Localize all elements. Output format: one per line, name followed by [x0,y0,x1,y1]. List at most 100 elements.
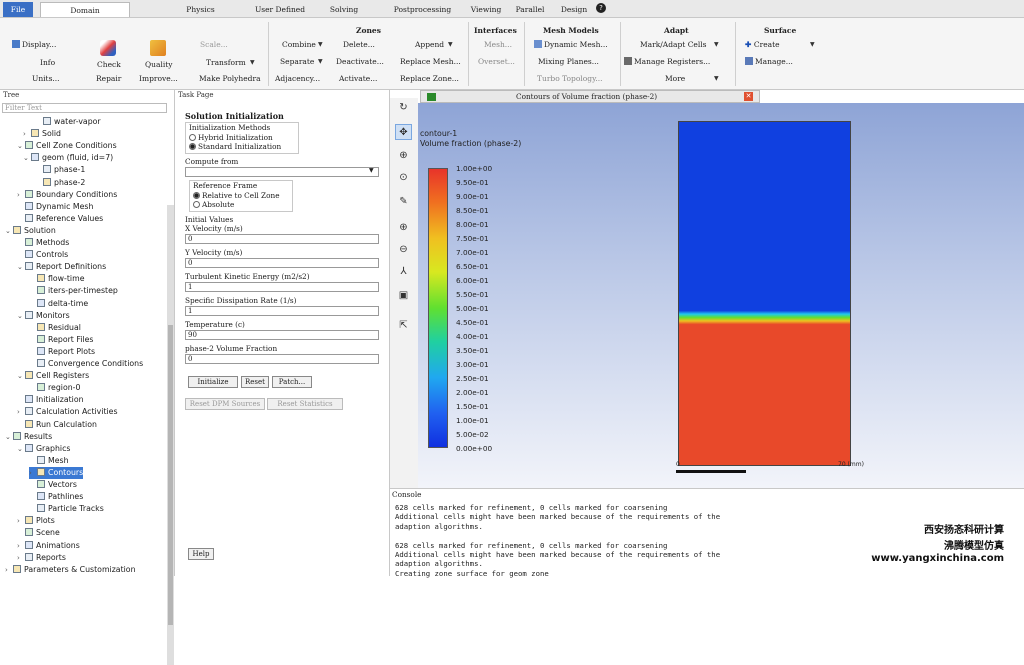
tree-item[interactable]: ⌄ Cell Registers [17,370,89,382]
tree-item[interactable]: Residual [29,322,81,334]
check-button[interactable]: Check [97,60,121,69]
help-icon[interactable]: ? [596,3,606,13]
tree-item[interactable]: Methods [17,237,69,249]
mixing-planes-button[interactable]: Mixing Planes... [538,57,599,66]
chevron-down-icon[interactable]: ⌄ [5,431,13,443]
transform-dropdown-icon[interactable]: ▼ [250,59,255,66]
append-dropdown-icon[interactable]: ▼ [448,41,453,48]
tree-item[interactable]: › Parameters & Customization [5,564,136,576]
tree-item[interactable]: Vectors [29,479,77,491]
tree-item[interactable]: › Boundary Conditions [17,189,117,201]
tree-item[interactable]: Pathlines [29,491,83,503]
tree-scrollbar-thumb[interactable] [168,325,173,625]
chevron-down-icon[interactable]: ⌄ [17,140,25,152]
delete-button[interactable]: Delete... [343,40,375,49]
axis-icon[interactable]: ⅄ [395,264,412,280]
tree-item[interactable]: Run Calculation [17,419,97,431]
scale-button[interactable]: Scale... [200,40,228,49]
adapt-more-button[interactable]: More [665,74,685,83]
overset-button[interactable]: Overset... [478,57,515,66]
tree-item[interactable]: Convergence Conditions [29,358,143,370]
tree-item[interactable]: ⌄ Report Definitions [17,261,106,273]
mark-adapt-cells-button[interactable]: Mark/Adapt Cells [640,40,707,49]
field-input[interactable]: 0 [185,354,379,364]
camera-icon[interactable]: ▣ [395,288,412,304]
dynamic-mesh-button[interactable]: Dynamic Mesh... [534,40,608,49]
initialize-button[interactable]: Initialize [188,376,238,388]
field-input[interactable]: 1 [185,282,379,292]
deactivate-button[interactable]: Deactivate... [336,57,384,66]
chevron-right-icon[interactable]: › [17,189,25,201]
tree-item[interactable]: iters-per-timestep [29,285,118,297]
tab-design[interactable]: Design [556,2,592,17]
tree-item[interactable]: phase-1 [35,164,85,176]
tree-item[interactable]: › Calculation Activities [17,406,118,418]
chevron-right-icon[interactable]: › [17,540,25,552]
reset-button[interactable]: Reset [241,376,269,388]
improve-button[interactable]: Improve... [139,74,178,83]
tab-physics[interactable]: Physics [158,2,243,17]
tree-item[interactable]: Mesh [29,455,69,467]
tree-item[interactable]: Dynamic Mesh [17,201,93,213]
make-polyhedra-button[interactable]: Make Polyhedra [199,74,261,83]
chevron-right-icon[interactable]: › [23,128,31,140]
tab-parallel[interactable]: Parallel [508,2,552,17]
patch-button[interactable]: Patch... [272,376,312,388]
graphics-viewport[interactable]: contour-1 Volume fraction (phase-2) 1.00… [418,103,1024,488]
zoom-box-icon[interactable]: ⊙ [395,170,412,186]
append-button[interactable]: Append [415,40,444,49]
tree-item[interactable]: phase-2 [35,177,85,189]
tree-item[interactable]: Scene [17,527,60,539]
zoom-in-icon[interactable]: ⊕ [395,220,412,236]
tree-item[interactable]: › Contours [29,466,84,479]
relative-to-cell-zone-radio[interactable]: Relative to Cell Zone [193,191,280,200]
tree-item[interactable]: ⌄ Solution [5,225,56,237]
reset-statistics-button[interactable]: Reset Statistics [267,398,343,410]
zoom-icon[interactable]: ⊕ [395,148,412,164]
tree-item[interactable]: Controls [17,249,68,261]
tree-item[interactable]: ⌄ Monitors [17,310,70,322]
refresh-icon[interactable]: ↻ [395,100,412,116]
tree-item[interactable]: delta-time [29,298,88,310]
chevron-down-icon[interactable]: ⌄ [5,225,13,237]
combine-dropdown-icon[interactable]: ▼ [318,41,323,48]
console-panel[interactable]: Console 628 cells marked for refinement,… [390,488,1024,578]
hybrid-init-radio[interactable]: Hybrid Initialization [189,133,273,142]
tree-item[interactable]: ⌄ Results [5,431,52,443]
combine-button[interactable]: Combine [282,40,316,49]
tree-item[interactable]: › Solid [23,128,61,140]
surface-create-button[interactable]: ✚ Create [745,40,780,49]
tree-item[interactable]: ⌄ Graphics [17,443,70,455]
compute-from-select[interactable] [185,167,379,177]
tab-viewing[interactable]: Viewing [466,2,506,17]
help-button[interactable]: Help [188,548,214,560]
transform-button[interactable]: Transform [206,58,246,67]
create-dropdown-icon[interactable]: ▼ [810,41,815,48]
standard-init-radio[interactable]: Standard Initialization [189,142,281,151]
adjacency-button[interactable]: Adjacency... [275,74,320,83]
tree-item[interactable]: Reference Values [17,213,103,225]
chevron-down-icon[interactable]: ⌄ [17,310,25,322]
chevron-down-icon[interactable]: ⌄ [17,261,25,273]
chevron-down-icon[interactable]: ⌄ [17,443,25,455]
chevron-right-icon[interactable]: › [17,515,25,527]
interface-mesh-button[interactable]: Mesh... [484,40,512,49]
info-button[interactable]: Info [40,58,55,67]
replace-zone-button[interactable]: Replace Zone... [400,74,459,83]
turbo-topology-button[interactable]: Turbo Topology... [537,74,602,83]
chevron-down-icon[interactable]: ⌄ [23,152,31,164]
chevron-right-icon[interactable]: › [5,564,13,576]
chevron-right-icon[interactable]: › [29,467,37,479]
manage-registers-button[interactable]: Manage Registers... [624,57,710,66]
file-menu[interactable]: File [3,2,33,17]
more-dropdown-icon[interactable]: ▼ [714,75,719,82]
tree-item[interactable]: region-0 [29,382,80,394]
tree-item[interactable]: › Reports [17,552,66,564]
field-input[interactable]: 90 [185,330,379,340]
quality-button[interactable]: Quality [145,60,173,69]
field-input[interactable]: 0 [185,234,379,244]
tree-item[interactable]: Report Files [29,334,93,346]
close-icon[interactable]: ✕ [744,92,753,101]
mark-adapt-dropdown-icon[interactable]: ▼ [714,41,719,48]
separate-button[interactable]: Separate [280,57,314,66]
